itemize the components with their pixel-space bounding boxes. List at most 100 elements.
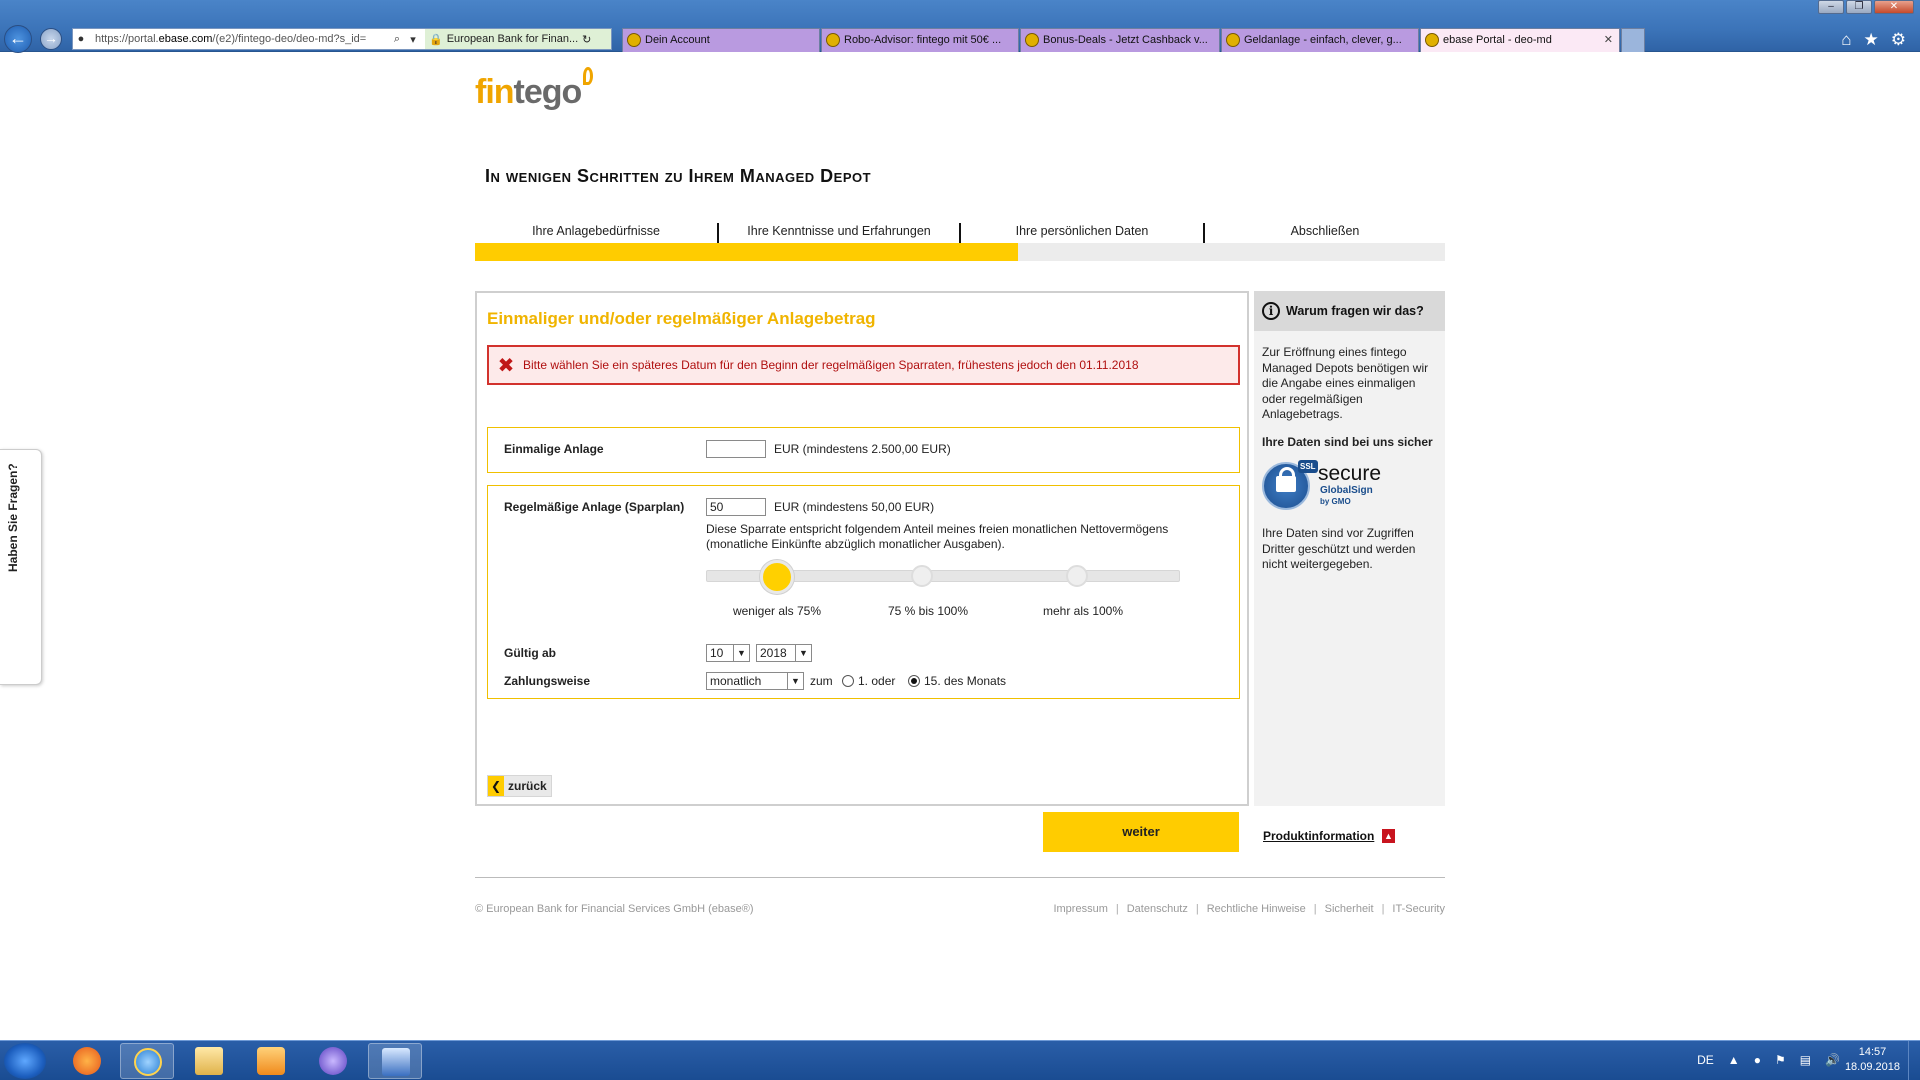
tab-favicon-icon <box>627 33 641 47</box>
taskbar: DE ▲ ● ⚑ ▤ 🔊 14:57 18.09.2018 <box>0 1040 1920 1080</box>
payment-frequency-select[interactable]: monatlich ▼ <box>706 672 804 690</box>
remote-desktop-taskbar-icon[interactable] <box>368 1043 422 1079</box>
seal-gmo: by GMO <box>1320 497 1351 506</box>
footer-links: Impressum | Datenschutz | Rechtliche Hinwe… <box>1053 903 1445 915</box>
page: fintego In wenigen Schritten zu Ihrem Ma… <box>0 53 1920 1040</box>
one-time-section: Einmalige Anlage EUR (mindestens 2.500,0… <box>487 427 1240 473</box>
secure-title: Ihre Daten sind bei uns sicher <box>1262 434 1433 449</box>
slider-option-2[interactable] <box>911 565 933 587</box>
minimize-button[interactable]: – <box>1818 0 1844 14</box>
close-tab-icon[interactable]: ✕ <box>1604 29 1613 51</box>
volume-icon[interactable]: 🔊 <box>1825 1053 1840 1067</box>
forward-icon[interactable]: → <box>40 28 62 50</box>
regular-hint: EUR (mindestens 50,00 EUR) <box>774 500 935 514</box>
back-icon[interactable]: ← <box>4 25 32 53</box>
new-tab-button[interactable] <box>1621 28 1645 52</box>
valid-from-year-select[interactable]: 2018 ▼ <box>756 644 812 662</box>
tab-favicon-icon <box>1025 33 1039 47</box>
tab-dein-account[interactable]: Dein Account <box>622 28 820 52</box>
settings-gear-icon[interactable]: ⚙ <box>1891 30 1906 50</box>
certificate-badge[interactable]: 🔒 European Bank for Finan... ↻ <box>425 29 611 49</box>
favicon-icon: ● <box>77 33 85 45</box>
radio-fifteenth-of-month[interactable] <box>908 675 920 687</box>
tray-expand-icon[interactable]: ▲ <box>1728 1053 1740 1067</box>
back-button[interactable]: ❮ zurück <box>487 775 552 797</box>
slider-label-2: 75 % bis 100% <box>887 604 969 618</box>
logo-mark-icon <box>583 67 594 85</box>
internet-explorer-taskbar-icon[interactable] <box>120 1043 174 1079</box>
slider-label-1: weniger als 75% <box>732 604 822 618</box>
tab-geldanlage[interactable]: Geldanlage - einfach, clever, g... <box>1221 28 1419 52</box>
slider-option-3[interactable] <box>1066 565 1088 587</box>
chevron-down-icon: ▼ <box>795 645 811 661</box>
savings-description: Diese Sparrate entspricht folgendem Ante… <box>706 522 1169 551</box>
footer-link-it-security[interactable]: IT-Security <box>1392 903 1445 915</box>
slider-label-3: mehr als 100% <box>1042 604 1124 618</box>
seal-brand: GlobalSign <box>1320 485 1373 496</box>
tray-app-icon[interactable]: ● <box>1754 1053 1761 1067</box>
radio-first-of-month[interactable] <box>842 675 854 687</box>
footer-divider <box>475 877 1445 878</box>
start-button-icon[interactable] <box>4 1043 46 1079</box>
refresh-icon[interactable]: ↻ <box>582 33 591 46</box>
pdf-icon[interactable]: ▲ <box>1382 829 1395 843</box>
search-icon[interactable]: ⌕ <box>389 33 405 46</box>
copyright: © European Bank for Financial Services G… <box>475 903 754 915</box>
show-desktop-button[interactable] <box>1908 1041 1920 1080</box>
app-s-taskbar-icon[interactable] <box>306 1043 360 1079</box>
footer-link-impressum[interactable]: Impressum <box>1053 903 1107 915</box>
tab-favicon-icon <box>1226 33 1240 47</box>
payment-label: Zahlungsweise <box>504 674 591 688</box>
globalsign-seal[interactable]: SSL secure GlobalSign by GMO <box>1262 460 1437 512</box>
footer-link-datenschutz[interactable]: Datenschutz <box>1127 903 1188 915</box>
product-info-link[interactable]: Produktinformation <box>1263 829 1374 843</box>
tab-robo-advisor[interactable]: Robo-Advisor: fintego mit 50€ ... <box>821 28 1019 52</box>
clock[interactable]: 14:57 18.09.2018 <box>1845 1045 1900 1075</box>
regular-amount-input[interactable]: 50 <box>706 498 766 516</box>
favorites-star-icon[interactable]: ★ <box>1864 30 1879 50</box>
secure-text: Ihre Daten sind vor Zugriffen Dritter ge… <box>1262 526 1416 571</box>
firefox-taskbar-icon[interactable] <box>60 1043 114 1079</box>
next-button[interactable]: weiter <box>1043 812 1239 852</box>
media-player-taskbar-icon[interactable] <box>244 1043 298 1079</box>
questions-side-tab[interactable]: Haben Sie Fragen? <box>0 449 42 685</box>
language-indicator[interactable]: DE <box>1697 1053 1714 1067</box>
one-time-hint: EUR (mindestens 2.500,00 EUR) <box>774 442 951 456</box>
footer-link-sicherheit[interactable]: Sicherheit <box>1325 903 1374 915</box>
padlock-icon <box>1276 467 1296 492</box>
file-explorer-taskbar-icon[interactable] <box>182 1043 236 1079</box>
action-center-flag-icon[interactable]: ⚑ <box>1775 1053 1786 1067</box>
slider-option-1[interactable] <box>760 560 794 594</box>
network-icon[interactable]: ▤ <box>1800 1053 1811 1067</box>
regular-label: Regelmäßige Anlage (Sparplan) <box>504 500 685 514</box>
dropdown-icon[interactable]: ▾ <box>405 33 421 46</box>
fintego-logo[interactable]: fintego <box>475 67 594 112</box>
step-2: Ihre Kenntnisse und Erfahrungen <box>747 224 931 238</box>
tab-bonus-deals[interactable]: Bonus-Deals - Jetzt Cashback v... <box>1020 28 1220 52</box>
lock-icon: 🔒 <box>429 33 443 46</box>
system-tray: DE ▲ ● ⚑ ▤ 🔊 <box>1697 1053 1840 1067</box>
investment-form: Einmaliger und/oder regelmäßiger Anlageb… <box>475 291 1249 806</box>
restore-button[interactable]: ❐ <box>1846 0 1872 14</box>
home-icon[interactable]: ⌂ <box>1841 30 1851 50</box>
radio-first-label: 1. oder <box>858 674 896 688</box>
valid-from-month-select[interactable]: 10 ▼ <box>706 644 750 662</box>
one-time-amount-input[interactable] <box>706 440 766 458</box>
footer-link-rechtliches[interactable]: Rechtliche Hinweise <box>1207 903 1306 915</box>
progress-fill <box>475 243 1019 261</box>
clock-date: 18.09.2018 <box>1844 1061 1900 1073</box>
chevron-down-icon: ▼ <box>787 673 803 689</box>
zum-text: zum <box>810 674 833 688</box>
browser-chrome: – ❐ ✕ ← → ● https://portal.ebase.com/(e2… <box>0 0 1920 53</box>
address-bar[interactable]: ● https://portal.ebase.com/(e2)/fintego-… <box>72 28 612 50</box>
seal-secure-word: secure <box>1318 462 1382 485</box>
info-header: i Warum fragen wir das? <box>1254 291 1445 331</box>
form-title: Einmaliger und/oder regelmäßiger Anlageb… <box>487 309 876 328</box>
one-time-label: Einmalige Anlage <box>504 442 604 456</box>
step-4: Abschließen <box>1290 224 1360 238</box>
error-message: ✖ Bitte wählen Sie ein späteres Datum fü… <box>487 345 1240 385</box>
close-window-button[interactable]: ✕ <box>1874 0 1914 14</box>
url-text: https://portal.ebase.com/(e2)/fintego-de… <box>95 33 367 45</box>
valid-from-label: Gültig ab <box>504 646 556 660</box>
tab-ebase-portal[interactable]: ebase Portal - deo-md ✕ <box>1420 28 1620 52</box>
